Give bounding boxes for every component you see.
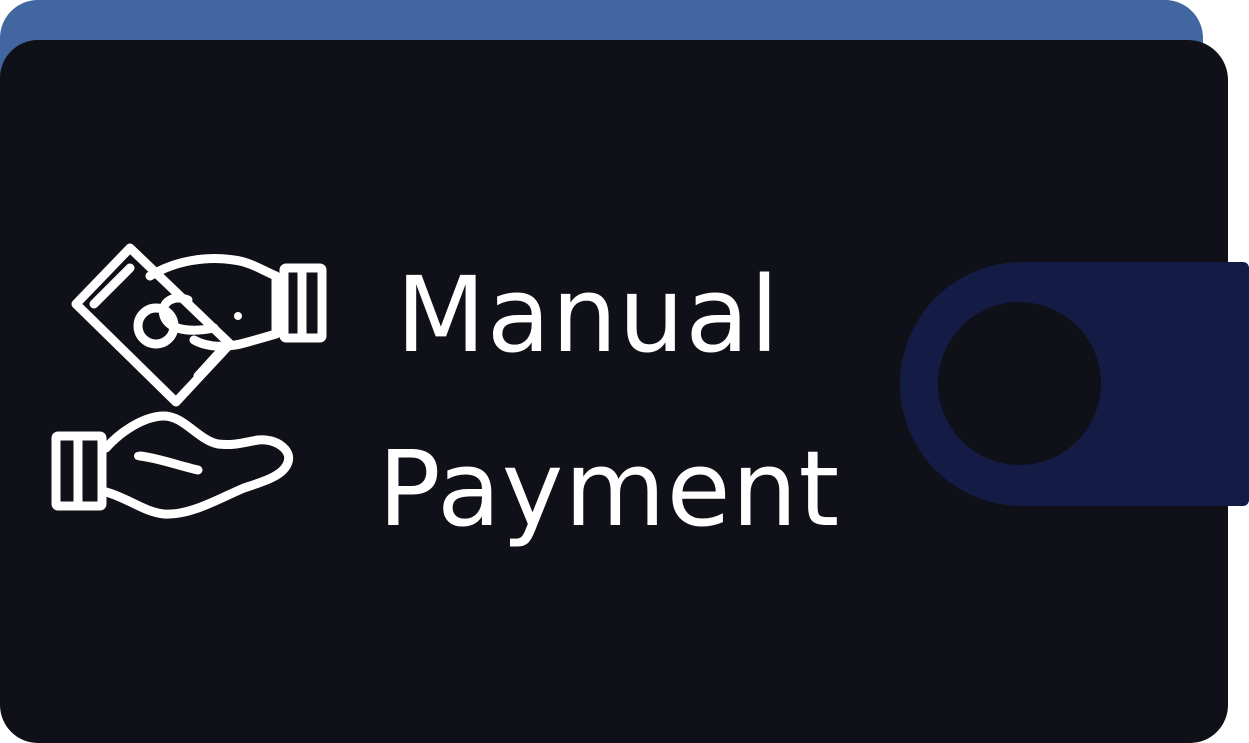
title-line-manual: Manual	[396, 254, 780, 376]
clasp-button	[938, 302, 1101, 465]
hand-giving-money-icon	[48, 236, 338, 536]
title-line-payment: Payment	[378, 428, 841, 550]
wallet-clasp	[900, 262, 1249, 506]
card-title: Manual Payment	[360, 228, 880, 576]
manual-payment-card[interactable]: Manual Payment	[0, 0, 1249, 743]
